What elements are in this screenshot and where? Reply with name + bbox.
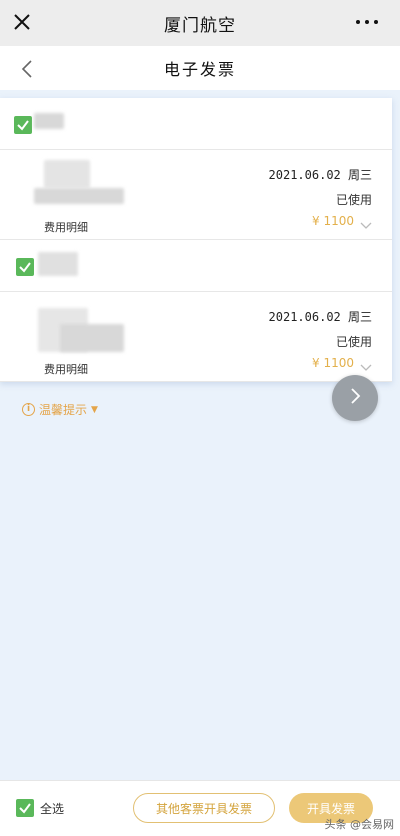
redacted-flight-route (34, 188, 124, 204)
select-all-label: 全选 (40, 801, 65, 816)
redacted-flight-route (60, 324, 124, 352)
other-ticket-invoice-button[interactable]: 其他客票开具发票 (133, 793, 275, 823)
order-checkbox[interactable] (16, 258, 34, 276)
price: ¥ 1100 (312, 356, 354, 370)
chevron-down-icon[interactable] (360, 358, 372, 371)
order-checkbox[interactable] (14, 116, 32, 134)
warm-tip-label: 温馨提示 (39, 403, 88, 417)
top-bar: 厦门航空 (0, 0, 400, 46)
status-text: 已使用 (335, 335, 372, 349)
invoice-item[interactable]: 2021.06.02 周三 已使用 ¥ 1100 费用明细 (0, 292, 392, 382)
order-group-header (0, 98, 392, 150)
flight-date: 2021.06.02 周三 (268, 168, 372, 182)
order-group-header (0, 240, 392, 292)
close-icon[interactable] (12, 12, 32, 32)
more-icon[interactable] (356, 12, 378, 32)
redacted-flight-info (44, 160, 90, 188)
warm-tip[interactable]: i 温馨提示 ▼ (22, 401, 98, 418)
fee-detail-link[interactable]: 费用明细 (44, 361, 88, 377)
flight-date: 2021.06.02 周三 (268, 310, 372, 324)
next-float-button[interactable] (332, 375, 378, 421)
status-text: 已使用 (335, 193, 372, 207)
select-all-checkbox[interactable] (16, 799, 34, 817)
info-icon: i (22, 403, 35, 416)
chevron-right-icon (347, 386, 363, 410)
chevron-left-icon[interactable] (18, 58, 38, 80)
redacted-order-number (34, 113, 64, 129)
invoice-item[interactable]: 2021.06.02 周三 已使用 ¥ 1100 费用明细 (0, 150, 392, 240)
price: ¥ 1100 (312, 214, 354, 228)
redacted-order-number (38, 252, 78, 276)
page-header: 电子发票 (0, 46, 400, 90)
select-all[interactable]: 全选 (16, 799, 64, 817)
fee-detail-link[interactable]: 费用明细 (44, 219, 88, 235)
invoice-list: 2021.06.02 周三 已使用 ¥ 1100 费用明细 2021.06.02… (0, 98, 392, 382)
chevron-down-icon[interactable] (360, 216, 372, 229)
caret-down-icon: ▼ (91, 404, 98, 415)
page-title: 电子发票 (163, 60, 236, 79)
app-title: 厦门航空 (164, 15, 236, 36)
watermark: 头条 @会易网 (324, 818, 395, 831)
